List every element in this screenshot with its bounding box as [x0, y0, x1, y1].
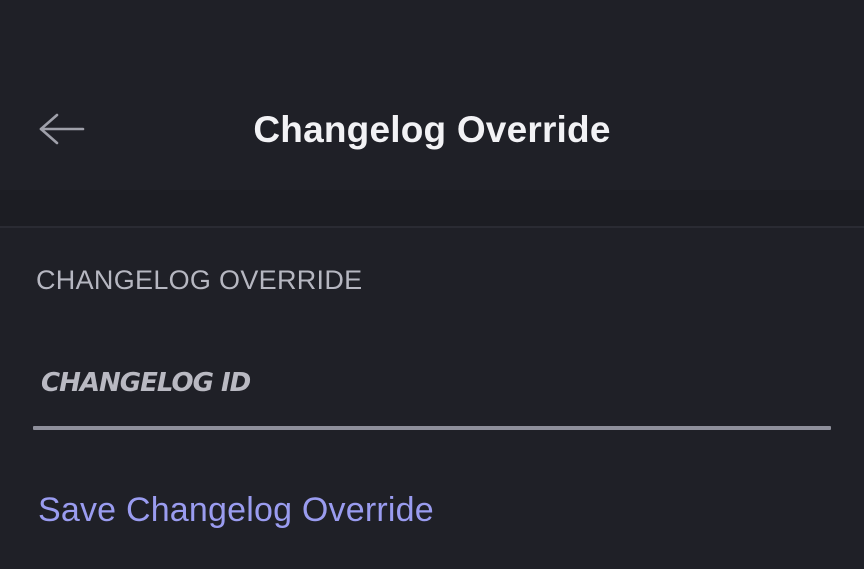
page-title: Changelog Override	[253, 109, 611, 150]
save-changelog-override-button[interactable]: Save Changelog Override	[38, 488, 434, 532]
divider	[0, 226, 864, 228]
header-bar: Changelog Override	[0, 0, 864, 190]
changelog-id-input[interactable]	[33, 340, 831, 426]
input-underline	[33, 426, 831, 430]
section-label: CHANGELOG OVERRIDE	[36, 265, 363, 295]
changelog-id-field	[33, 340, 831, 432]
header-spacer	[0, 190, 864, 226]
